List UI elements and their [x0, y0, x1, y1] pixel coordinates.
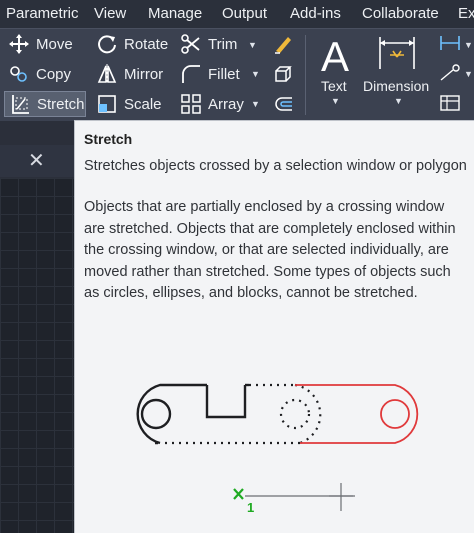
trim-button[interactable]: Trim: [180, 31, 237, 57]
table-icon[interactable]: [438, 93, 462, 113]
stretch-button[interactable]: Stretch: [4, 91, 86, 117]
menu-add-ins[interactable]: Add-ins: [290, 5, 341, 22]
stretch-icon: [12, 95, 29, 114]
menu-parametric[interactable]: Parametric: [6, 5, 79, 22]
scale-icon: [98, 95, 116, 113]
stretch-tooltip: Stretch Stretches objects crossed by a s…: [74, 120, 474, 533]
rotate-label: Rotate: [124, 35, 169, 53]
explode-icon[interactable]: [272, 63, 294, 85]
linear-dropdown-arrow[interactable]: ▼: [464, 40, 473, 50]
leader-dropdown-arrow[interactable]: ▼: [464, 69, 473, 79]
tooltip-description: Objects that are partially enclosed by a…: [84, 199, 456, 301]
fillet-button[interactable]: Fillet: [180, 61, 240, 87]
menu-bar: Parametric View Manage Output Add-ins Co…: [0, 0, 474, 28]
copy-label: Copy: [36, 65, 72, 83]
text-dropdown-arrow: ▼: [331, 96, 340, 106]
trim-label: Trim: [208, 35, 238, 53]
leader-icon[interactable]: [438, 63, 462, 83]
text-button[interactable]: A Text ▼: [312, 29, 358, 119]
array-label: Array: [208, 95, 244, 113]
menu-collaborate[interactable]: Collaborate: [362, 5, 439, 22]
mirror-button[interactable]: Mirror: [96, 61, 163, 87]
mirror-label: Mirror: [124, 65, 164, 83]
fillet-icon: [182, 65, 200, 83]
copy-button[interactable]: Copy: [8, 61, 71, 87]
tooltip-short-description: Stretches objects crossed by a selection…: [84, 158, 467, 174]
original-object: [136, 383, 249, 445]
offset-icon[interactable]: [272, 93, 294, 115]
menu-view[interactable]: View: [94, 5, 126, 22]
array-icon: [181, 94, 201, 114]
linear-dimension-icon[interactable]: [438, 33, 462, 53]
drawing-canvas[interactable]: [0, 178, 74, 533]
fillet-dropdown-arrow[interactable]: ▼: [251, 69, 260, 79]
dimension-label: Dimension: [363, 78, 430, 94]
base-line: 1: [233, 483, 355, 515]
scale-label: Scale: [124, 95, 162, 113]
svg-text:A: A: [321, 33, 349, 77]
copy-icon: [10, 66, 27, 82]
move-button[interactable]: Move: [8, 31, 73, 57]
scale-button[interactable]: Scale: [96, 91, 162, 117]
trim-dropdown-arrow[interactable]: ▼: [248, 40, 257, 50]
array-dropdown-arrow[interactable]: ▼: [251, 99, 260, 109]
move-icon: [9, 34, 29, 54]
text-label: Text: [321, 78, 347, 94]
illustration-label: 1: [247, 500, 254, 515]
text-icon: A: [321, 33, 349, 77]
array-button[interactable]: Array: [180, 91, 244, 117]
ribbon-panel: Move Rotate Trim ▼ Copy Mirror Fillet ▼ …: [0, 28, 474, 121]
erase-icon[interactable]: [272, 33, 294, 55]
rotate-button[interactable]: Rotate: [96, 31, 168, 57]
trim-icon: [181, 34, 200, 54]
stretch-label: Stretch: [37, 95, 85, 113]
dimension-icon: [379, 37, 415, 69]
mirror-icon: [97, 64, 117, 84]
crossing-window-path: [165, 383, 322, 445]
stretch-illustration: 1: [136, 383, 419, 515]
move-label: Move: [36, 35, 73, 53]
tooltip-title: Stretch: [84, 131, 133, 147]
rotate-icon: [98, 35, 116, 54]
ribbon-separator: [305, 35, 306, 115]
menu-express[interactable]: Ex: [458, 5, 474, 22]
close-icon[interactable]: ✕: [28, 148, 45, 173]
menu-manage[interactable]: Manage: [148, 5, 202, 22]
menu-output[interactable]: Output: [222, 5, 267, 22]
fillet-label: Fillet: [208, 65, 240, 83]
dimension-button[interactable]: Dimension ▼: [362, 29, 434, 119]
dimension-dropdown-arrow: ▼: [394, 96, 403, 106]
